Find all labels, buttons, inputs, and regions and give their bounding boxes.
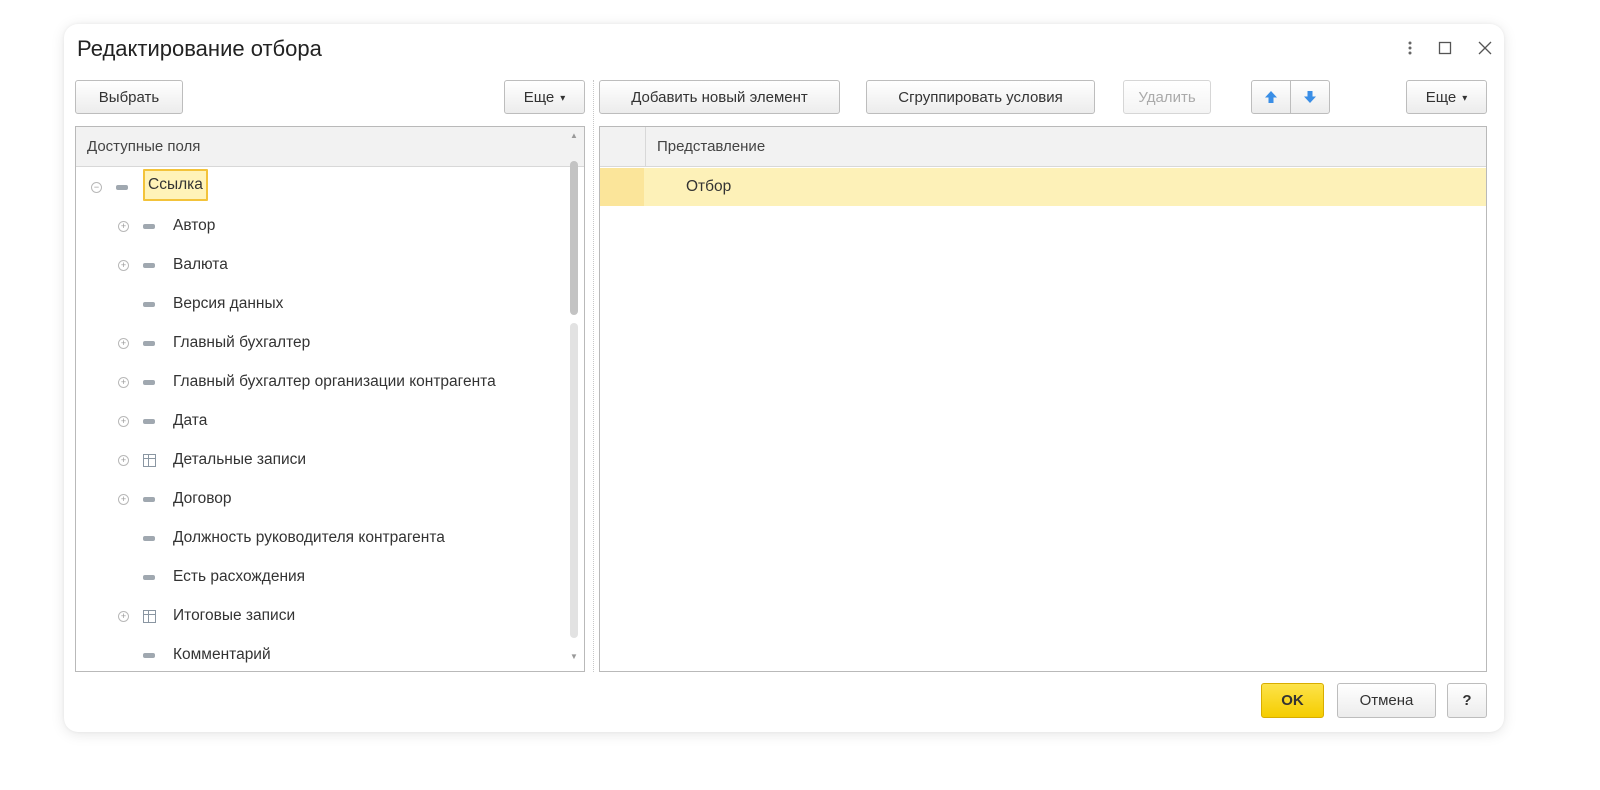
filter-row[interactable]: Отбор	[600, 168, 1486, 206]
tree-item[interactable]: + Автор	[76, 207, 566, 246]
filter-row-label: Отбор	[686, 178, 732, 195]
ok-button[interactable]: OK	[1261, 683, 1324, 718]
scroll-track[interactable]	[570, 323, 578, 638]
move-up-button[interactable]	[1251, 80, 1291, 114]
expand-icon[interactable]: +	[118, 377, 129, 388]
tree-item-label: Должность руководителя контрагента	[173, 529, 445, 546]
tree-item[interactable]: + Договор	[76, 480, 566, 519]
group-conditions-label: Сгруппировать условия	[898, 88, 1063, 106]
tree-item-label: Итоговые записи	[173, 607, 296, 624]
expand-icon[interactable]: +	[118, 260, 129, 271]
dash-icon	[143, 497, 155, 502]
dash-icon	[143, 653, 155, 658]
tree-item-label: Дата	[173, 412, 208, 429]
dash-icon	[143, 263, 155, 268]
expand-icon[interactable]: +	[118, 338, 129, 349]
dash-icon	[143, 419, 155, 424]
expand-icon[interactable]: +	[118, 611, 129, 622]
arrow-down-icon	[1304, 91, 1316, 103]
tree-item[interactable]: Должность руководителя контрагента	[76, 519, 566, 558]
add-new-element-label: Добавить новый элемент	[631, 88, 808, 106]
delete-button[interactable]: Удалить	[1123, 80, 1211, 114]
tree-item-label: Договор	[173, 490, 232, 507]
cancel-button[interactable]: Отмена	[1337, 683, 1436, 718]
tree-item-label: Есть расхождения	[173, 568, 306, 585]
close-icon[interactable]	[1477, 38, 1493, 58]
table-icon	[143, 454, 156, 467]
tree-item-label: Главный бухгалтер	[173, 334, 311, 351]
panel-separator[interactable]	[593, 80, 594, 672]
available-fields-panel: Доступные поля − Ссылка + Автор + Валюта Верси…	[75, 126, 585, 672]
group-conditions-button[interactable]: Сгруппировать условия	[866, 80, 1095, 114]
help-button[interactable]: ?	[1447, 683, 1487, 718]
right-more-button[interactable]: Еще ▾	[1406, 80, 1487, 114]
dash-icon	[143, 341, 155, 346]
tree-item-label: Версия данных	[173, 295, 284, 312]
tree-item[interactable]: − Ссылка	[76, 168, 566, 207]
ok-label: OK	[1281, 692, 1304, 709]
tree-item[interactable]: + Дата	[76, 402, 566, 441]
left-more-label: Еще	[523, 88, 555, 106]
tree-item[interactable]: + Валюта	[76, 246, 566, 285]
dash-icon	[116, 185, 128, 190]
left-more-button[interactable]: Еще ▾	[504, 80, 585, 114]
dialog-title: Редактирование отбора	[77, 36, 322, 61]
tree-item-label: Автор	[173, 217, 216, 234]
help-label: ?	[1462, 692, 1472, 709]
move-down-button[interactable]	[1290, 80, 1330, 114]
tree-item-label: Валюта	[173, 256, 228, 273]
expand-icon[interactable]: +	[118, 221, 129, 232]
fields-scrollbar[interactable]: ▲ ▼	[566, 127, 584, 671]
scroll-up-icon[interactable]: ▲	[570, 131, 578, 140]
available-fields-header: Доступные поля	[76, 127, 584, 167]
tree-item-label: Ссылка	[143, 169, 208, 201]
delete-label: Удалить	[1138, 88, 1196, 106]
tree-item[interactable]: Комментарий	[76, 636, 566, 671]
select-button[interactable]: Выбрать	[75, 80, 183, 114]
collapse-icon[interactable]: −	[91, 182, 102, 193]
expand-icon[interactable]: +	[118, 416, 129, 427]
select-button-label: Выбрать	[98, 88, 160, 106]
caret-down-icon: ▾	[1462, 92, 1468, 104]
filter-header-label: Представление	[657, 138, 766, 155]
more-vertical-icon[interactable]	[1407, 38, 1413, 58]
maximize-icon[interactable]	[1438, 38, 1452, 58]
tree-item[interactable]: + Итоговые записи	[76, 597, 566, 636]
tree-item[interactable]: Есть расхождения	[76, 558, 566, 597]
right-more-label: Еще	[1425, 88, 1457, 106]
scroll-thumb[interactable]	[570, 161, 578, 315]
available-fields-header-label: Доступные поля	[87, 138, 201, 155]
add-new-element-button[interactable]: Добавить новый элемент	[599, 80, 840, 114]
tree-item[interactable]: Версия данных	[76, 285, 566, 324]
filter-panel: Представление Отбор	[599, 126, 1487, 672]
cancel-label: Отмена	[1359, 692, 1414, 709]
arrow-up-icon	[1265, 91, 1277, 103]
tree-item[interactable]: + Главный бухгалтер	[76, 324, 566, 363]
table-icon	[143, 610, 156, 623]
dash-icon	[143, 536, 155, 541]
dash-icon	[143, 575, 155, 580]
scroll-down-icon[interactable]: ▼	[570, 652, 578, 661]
filter-row-check-cell[interactable]	[600, 168, 644, 206]
tree-item-label: Комментарий	[173, 646, 271, 663]
tree-item-label: Главный бухгалтер организации контрагент…	[173, 373, 496, 390]
tree-item[interactable]: + Детальные записи	[76, 441, 566, 480]
dash-icon	[143, 302, 155, 307]
tree-item-label: Детальные записи	[173, 451, 307, 468]
filter-header-check-column	[600, 127, 646, 166]
expand-icon[interactable]: +	[118, 494, 129, 505]
filter-edit-dialog: Редактирование отбора Выбрать Еще ▾ Доба…	[64, 24, 1504, 732]
tree-item[interactable]: + Главный бухгалтер организации контраген…	[76, 363, 566, 402]
dash-icon	[143, 380, 155, 385]
fields-tree: − Ссылка + Автор + Валюта Версия данных + Главны…	[76, 168, 566, 671]
filter-header: Представление	[600, 127, 1486, 167]
expand-icon[interactable]: +	[118, 455, 129, 466]
caret-down-icon: ▾	[560, 92, 566, 104]
dash-icon	[143, 224, 155, 229]
